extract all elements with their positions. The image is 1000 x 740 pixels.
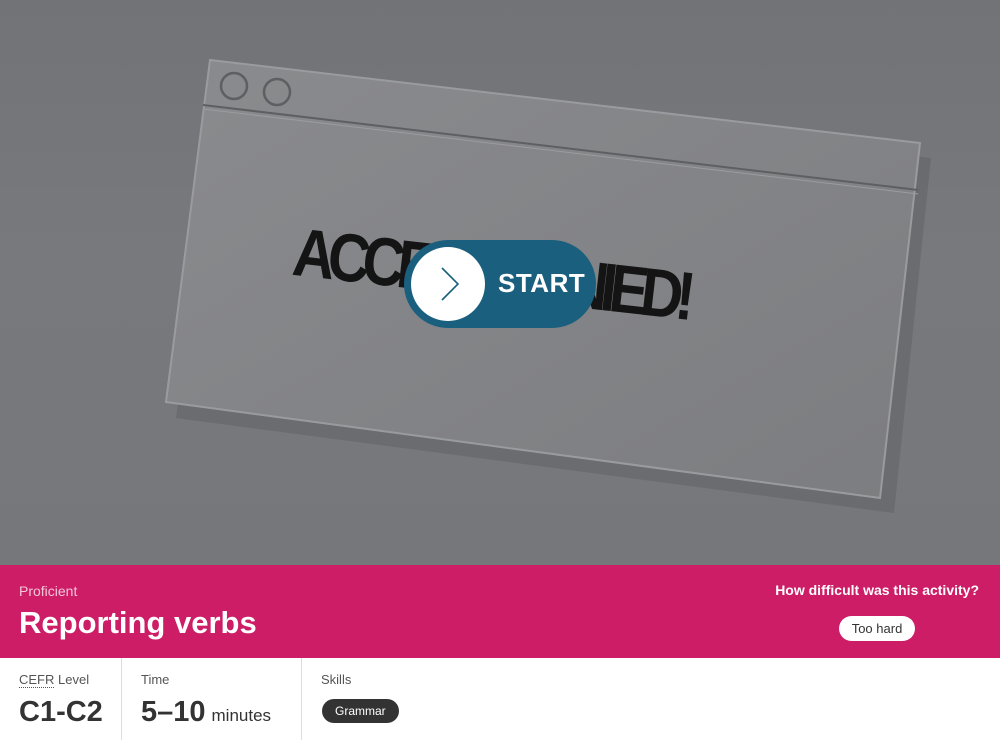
time-label: Time [141,672,170,687]
too-hard-button[interactable]: Too hard [839,616,915,641]
skill-tag-grammar[interactable]: Grammar [322,699,399,723]
time-unit: minutes [211,706,272,725]
activity-info-row: CEFR Level C1-C2 Time 5–10 minutes Skills… [0,658,1000,740]
activity-banner: Proficient Reporting verbs How difficult… [0,565,1000,658]
cefr-label-rest: Level [54,672,90,687]
skills-label: Skills [321,672,352,687]
time-value: 5–10 [141,696,206,728]
level-label: Proficient [19,583,78,599]
cefr-abbreviation[interactable]: CEFR [19,672,55,688]
time-value-wrapper: 5–10 minutes [141,696,271,729]
difficulty-question: How difficult was this activity? [775,582,979,598]
cefr-label: CEFR Level [19,672,90,688]
activity-hero-image: ACCESS DENIED! START [0,0,1000,565]
cefr-value: C1-C2 [19,696,103,728]
time-column: Time 5–10 minutes [122,658,302,740]
activity-title: Reporting verbs [19,605,257,640]
cefr-column: CEFR Level C1-C2 [0,658,122,740]
start-label: START [498,268,586,298]
chevron-right-icon [411,247,485,321]
start-button[interactable]: START [404,240,596,328]
skills-column: Skills Grammar [302,658,1000,740]
